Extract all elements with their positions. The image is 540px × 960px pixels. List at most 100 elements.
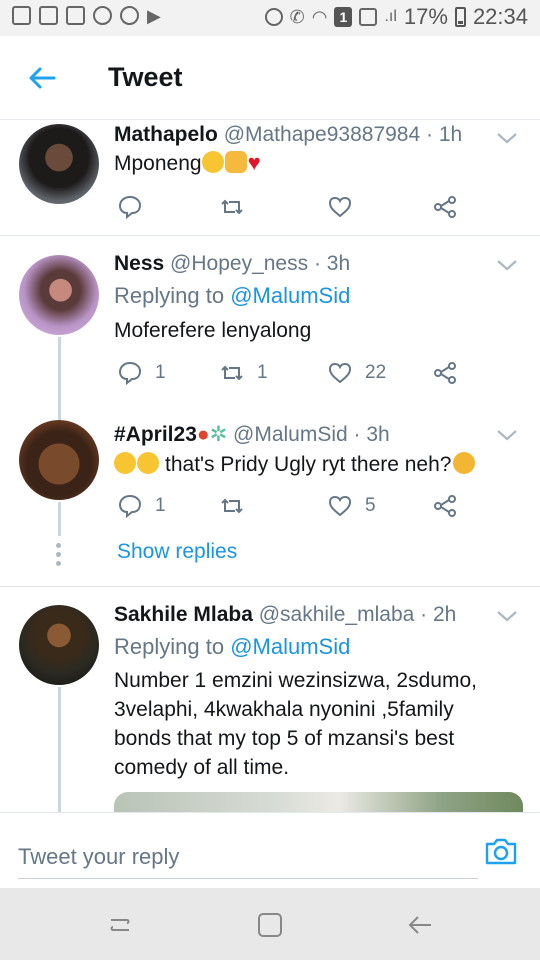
chrome-icon	[120, 6, 139, 25]
fairy-icon: ✲	[209, 423, 228, 446]
retweet-icon	[221, 365, 243, 381]
tweet-mathapelo[interactable]: Mathapelo @Mathape93887984 · 1h Mponeng ♥	[0, 121, 540, 235]
page-title: Tweet	[108, 62, 183, 92]
reply-button[interactable]: 1	[117, 358, 166, 388]
display-name[interactable]: #April23	[114, 423, 197, 446]
reply-icon	[118, 361, 142, 386]
tweet-text: Number 1 emzini wezinsizwa, 2sdumo, 3vel…	[114, 669, 477, 779]
timestamp: · 2h	[420, 603, 457, 626]
app-header: Tweet	[0, 36, 540, 120]
mention-link[interactable]: @MalumSid	[230, 283, 350, 308]
thread-line	[58, 502, 61, 536]
reply-input[interactable]	[18, 835, 478, 879]
balloon-icon: ●	[196, 423, 210, 446]
show-replies-link[interactable]: Show replies	[117, 540, 237, 564]
share-button[interactable]	[432, 491, 458, 521]
chrome-icon	[93, 6, 112, 25]
share-icon	[434, 196, 456, 218]
retweet-button[interactable]	[219, 491, 245, 521]
tweet-ness[interactable]: Ness @Hopey_ness · 3h Replying to @Malum…	[0, 236, 540, 406]
share-button[interactable]	[432, 192, 458, 222]
battery-percent: 17%	[403, 4, 448, 29]
reply-icon	[118, 195, 142, 220]
tweet-actions	[114, 192, 474, 222]
reply-count: 1	[155, 495, 166, 516]
notification-icons: ▶	[12, 6, 161, 27]
user-handle[interactable]: @sakhile_mlaba	[259, 603, 415, 626]
like-button[interactable]: 5	[327, 491, 376, 521]
status-bar: ▶ ✆ ◠ 1 .ıl 17% 22:34	[0, 0, 540, 36]
avatar[interactable]	[19, 420, 99, 500]
tweet-header: Ness @Hopey_ness · 3h	[114, 252, 350, 276]
camera-icon[interactable]	[484, 835, 518, 867]
call-icon: ✆	[289, 6, 305, 27]
display-name[interactable]: Ness	[114, 252, 164, 275]
replying-to: Replying to @MalumSid	[114, 634, 351, 659]
victory-hand-icon	[224, 151, 247, 173]
tweet-sakhile[interactable]: Sakhile Mlaba @sakhile_mlaba · 2h Replyi…	[0, 587, 540, 812]
back-icon[interactable]	[405, 910, 435, 940]
avatar[interactable]	[19, 255, 99, 335]
crying-face-icon	[201, 151, 224, 173]
display-name[interactable]: Sakhile Mlaba	[114, 603, 253, 626]
reply-icon	[118, 494, 142, 519]
gallery-icon	[66, 6, 85, 25]
tweet-text: Moferefere lenyalong	[114, 319, 312, 342]
timestamp: · 3h	[313, 252, 351, 275]
thinking-face-icon	[453, 452, 476, 474]
mention-link[interactable]: @MalumSid	[230, 634, 350, 659]
chevron-down-icon[interactable]	[496, 258, 518, 272]
tweet-actions: 1 1 22	[114, 358, 474, 388]
user-handle[interactable]: @Mathape93887984	[224, 123, 420, 146]
alarm-icon	[264, 8, 283, 26]
reply-button[interactable]: 1	[117, 491, 166, 521]
no-signal-icon	[359, 8, 378, 26]
timestamp: · 1h	[426, 123, 463, 146]
rolling-laughing-icon	[137, 452, 159, 474]
recent-apps-icon[interactable]	[105, 910, 135, 940]
user-handle[interactable]: @MalumSid	[233, 423, 348, 446]
play-store-icon: ▶	[147, 6, 161, 26]
home-icon[interactable]	[255, 910, 285, 940]
tweet-malumsid[interactable]: #April23●✲ @MalumSid · 3h that's Pridy U…	[0, 406, 540, 586]
checkbox-icon	[39, 6, 58, 25]
retweet-button[interactable]: 1	[219, 358, 268, 388]
tweet-media-image[interactable]	[114, 792, 523, 812]
retweet-icon	[221, 199, 243, 215]
chevron-down-icon[interactable]	[496, 131, 518, 145]
like-button[interactable]: 22	[327, 358, 386, 388]
tweet-text: that's Pridy Ugly ryt there neh?	[114, 450, 514, 479]
display-name[interactable]: Mathapelo	[114, 123, 218, 146]
system-icons: ✆ ◠ 1 .ıl 17% 22:34	[264, 4, 528, 30]
avatar[interactable]	[19, 605, 99, 685]
like-button[interactable]	[327, 192, 353, 222]
tweet-header: Mathapelo @Mathape93887984 · 1h	[114, 123, 462, 147]
rolling-laughing-icon	[114, 452, 136, 474]
retweet-button[interactable]	[219, 192, 245, 222]
heart-icon	[328, 196, 352, 218]
back-arrow-icon[interactable]	[24, 60, 60, 96]
clock: 22:34	[472, 4, 528, 29]
thread-line	[58, 687, 61, 812]
share-button[interactable]	[432, 358, 458, 388]
chevron-down-icon[interactable]	[496, 609, 518, 623]
reply-composer	[0, 812, 540, 888]
retweet-count: 1	[257, 362, 268, 383]
user-handle[interactable]: @Hopey_ness	[170, 252, 308, 275]
red-heart-icon: ♥	[247, 150, 261, 175]
chevron-down-icon[interactable]	[496, 428, 518, 442]
share-icon	[434, 495, 456, 517]
avatar[interactable]	[19, 124, 99, 204]
thread-dots	[56, 543, 62, 570]
thread-line	[58, 337, 61, 406]
retweet-icon	[221, 498, 243, 514]
tweet-header: #April23●✲ @MalumSid · 3h	[114, 422, 390, 447]
like-count: 22	[365, 362, 387, 383]
system-nav-bar	[0, 888, 540, 960]
like-count: 5	[365, 495, 376, 516]
timestamp: · 3h	[353, 423, 390, 446]
tweet-text: Mponeng ♥	[114, 150, 261, 175]
heart-icon	[328, 495, 352, 517]
reply-button[interactable]	[117, 192, 143, 222]
signal-icon: .ıl	[384, 8, 397, 25]
